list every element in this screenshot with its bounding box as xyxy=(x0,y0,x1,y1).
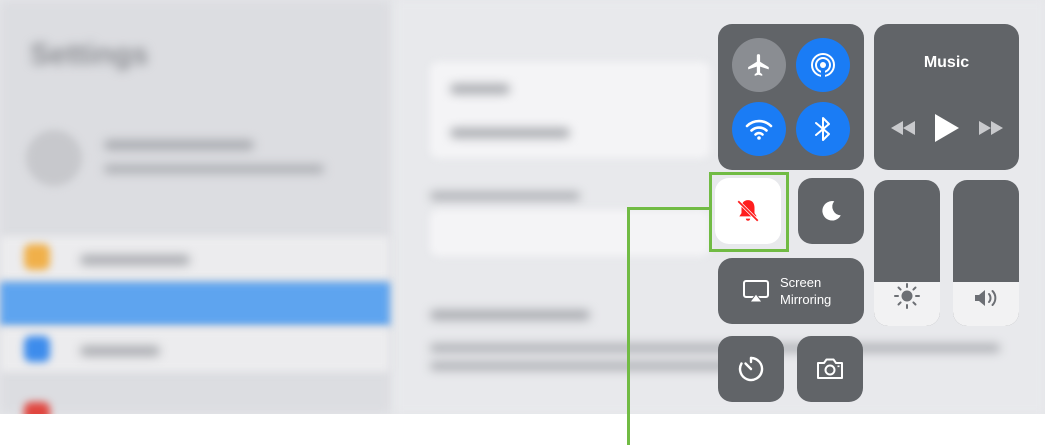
volume-icon-wrap xyxy=(953,286,1019,310)
connectivity-tile xyxy=(718,24,864,170)
do-not-disturb-button[interactable] xyxy=(798,178,864,244)
screen-mirroring-line2: Mirroring xyxy=(780,292,832,307)
detail-card-blurred xyxy=(430,62,710,158)
detail-text-blurred xyxy=(430,310,590,320)
camera-button[interactable] xyxy=(797,336,863,402)
detail-card-blurred xyxy=(430,210,710,256)
mute-button-highlight xyxy=(709,172,789,252)
sun-icon xyxy=(894,283,920,309)
speaker-icon xyxy=(975,290,997,306)
airplay-icon xyxy=(743,280,769,303)
detail-text-blurred xyxy=(430,362,730,370)
sidebar-row-blurred xyxy=(0,236,390,280)
detail-text-blurred xyxy=(430,344,1000,352)
volume-slider[interactable] xyxy=(953,180,1019,326)
screen-mirroring-button[interactable]: Screen Mirroring xyxy=(718,258,864,324)
callout-line-horizontal xyxy=(627,207,711,210)
brightness-slider[interactable] xyxy=(874,180,940,326)
screen-mirroring-line1: Screen xyxy=(780,275,822,290)
callout-line-vertical xyxy=(627,207,630,445)
profile-subtitle-blurred xyxy=(104,165,324,173)
sidebar-label-blurred xyxy=(80,255,190,265)
detail-text-blurred xyxy=(430,192,580,200)
rewind-icon[interactable] xyxy=(890,121,915,135)
detail-text-blurred xyxy=(450,84,510,94)
sidebar-label-blurred xyxy=(80,346,160,356)
airdrop-button[interactable] xyxy=(796,38,850,92)
fast-forward-icon[interactable] xyxy=(978,121,1003,135)
camera-icon xyxy=(817,358,843,379)
wifi-button[interactable] xyxy=(732,102,786,156)
bluetooth-button[interactable] xyxy=(796,102,850,156)
play-icon[interactable] xyxy=(934,114,959,142)
airplane-mode-button[interactable] xyxy=(732,38,786,92)
music-title: Music xyxy=(923,54,970,71)
settings-title: Settings xyxy=(30,38,149,71)
detail-text-blurred xyxy=(450,128,570,138)
sidebar-row-selected-blurred xyxy=(0,282,390,326)
profile-name-blurred xyxy=(104,140,254,150)
music-tile[interactable]: Music xyxy=(874,24,1019,170)
music-controls xyxy=(874,114,1019,142)
timer-button[interactable] xyxy=(718,336,784,402)
bluetooth-icon xyxy=(815,117,830,141)
sidebar-row-blurred xyxy=(0,328,390,372)
airdrop-icon xyxy=(811,53,835,79)
sidebar-icon-blurred xyxy=(24,244,50,270)
avatar xyxy=(26,130,82,186)
airplane-icon xyxy=(748,54,769,76)
brightness-icon-wrap xyxy=(874,282,940,310)
wifi-icon xyxy=(745,119,773,140)
moon-icon xyxy=(822,201,841,221)
timer-icon xyxy=(738,356,764,382)
screen-mirroring-label: Screen Mirroring xyxy=(780,274,831,308)
sidebar-icon-blurred xyxy=(24,402,50,414)
sidebar-icon-blurred xyxy=(24,336,50,362)
